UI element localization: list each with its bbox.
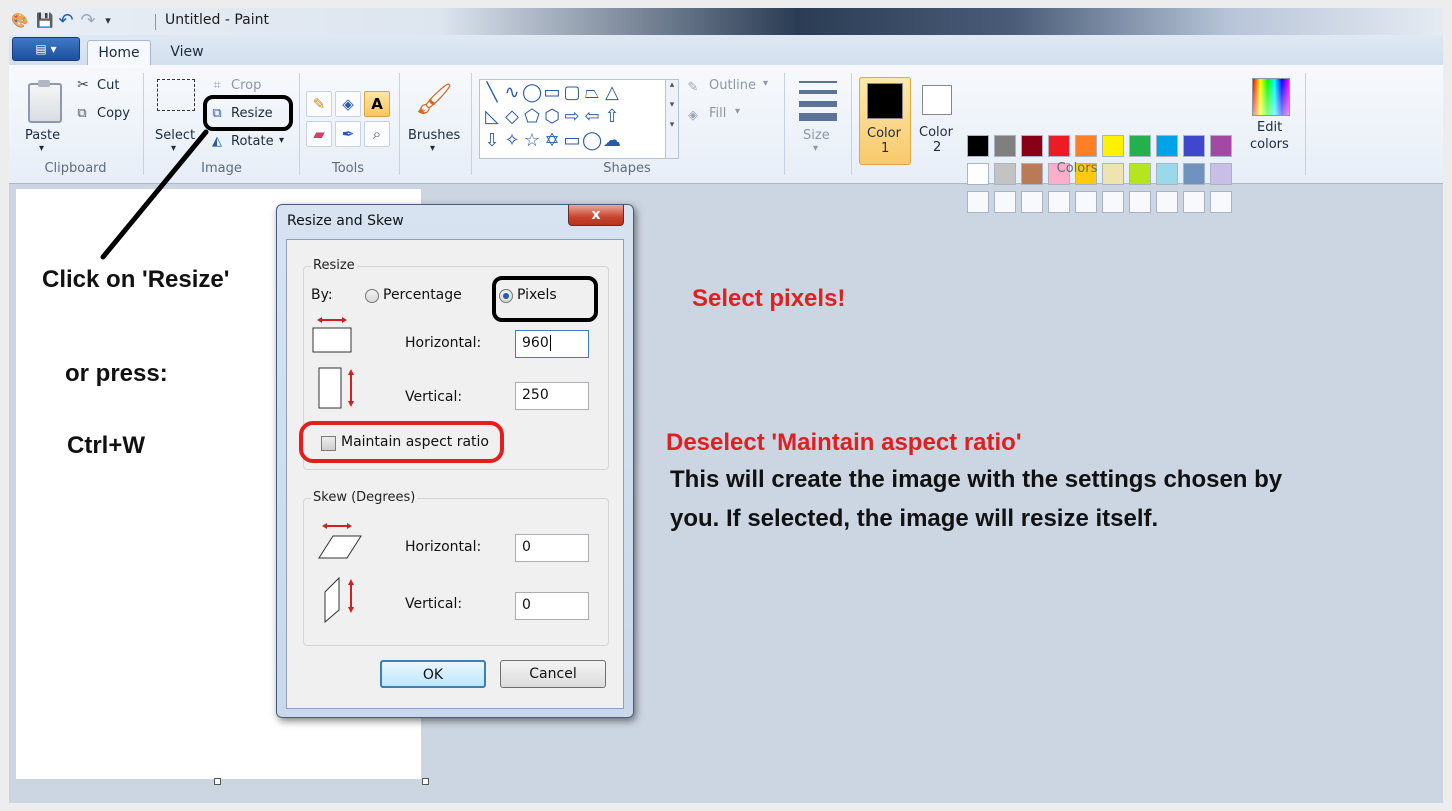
skew-vertical-icon bbox=[324, 576, 354, 624]
resize-vertical-input[interactable]: 250 bbox=[515, 382, 589, 410]
dialog-title: Resize and Skew bbox=[287, 213, 404, 229]
instruction-deselect: Deselect 'Maintain aspect ratio' bbox=[666, 429, 1022, 456]
dialog-close-button[interactable]: x bbox=[568, 205, 624, 226]
resize-group-title: Resize bbox=[311, 258, 357, 273]
resize-horizontal-icon bbox=[312, 317, 352, 353]
percentage-label[interactable]: Percentage bbox=[383, 287, 462, 303]
instruction-select-pixels: Select pixels! bbox=[692, 285, 846, 312]
instruction-or-press: or press: bbox=[65, 360, 168, 387]
cancel-button[interactable]: Cancel bbox=[500, 660, 606, 688]
pixels-highlight-circle bbox=[492, 276, 598, 322]
skew-vertical-label: Vertical: bbox=[405, 596, 463, 612]
instruction-explain-1: This will create the image with the sett… bbox=[670, 466, 1283, 493]
skew-horizontal-label: Horizontal: bbox=[405, 539, 482, 555]
skew-horizontal-icon bbox=[318, 523, 362, 559]
by-label: By: bbox=[311, 287, 333, 303]
instruction-explain-2: you. If selected, the image will resize … bbox=[670, 505, 1159, 532]
resize-vertical-icon bbox=[318, 367, 354, 409]
maintain-aspect-highlight-circle bbox=[299, 421, 504, 463]
instruction-click-resize: Click on 'Resize' bbox=[42, 266, 230, 293]
ok-button[interactable]: OK bbox=[380, 660, 486, 688]
resize-horizontal-label: Horizontal: bbox=[405, 335, 482, 351]
text-caret bbox=[549, 335, 551, 351]
paint-window: 🎨 💾 ↶ ↷ ▾ Untitled - Paint ▤ ▾ Home View… bbox=[9, 8, 1443, 803]
resize-highlight-circle bbox=[203, 95, 293, 131]
skew-vertical-input[interactable]: 0 bbox=[515, 592, 589, 620]
percentage-radio[interactable] bbox=[365, 289, 379, 303]
skew-group-title: Skew (Degrees) bbox=[311, 490, 418, 505]
instruction-shortcut: Ctrl+W bbox=[67, 432, 145, 459]
skew-horizontal-input[interactable]: 0 bbox=[515, 534, 589, 562]
resize-vertical-label: Vertical: bbox=[405, 389, 463, 405]
resize-horizontal-input[interactable]: 960 bbox=[515, 330, 589, 358]
